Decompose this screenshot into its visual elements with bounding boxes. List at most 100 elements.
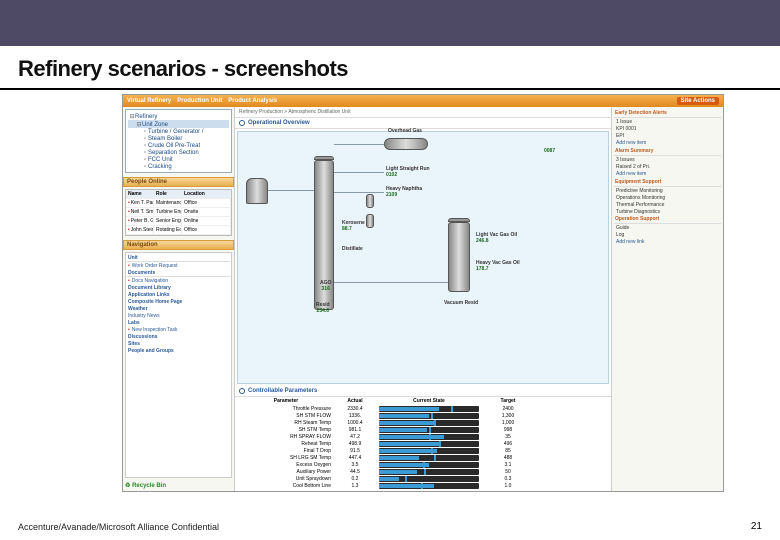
label-overhead: Overhead Gas0087: [388, 128, 422, 134]
gear-icon: [239, 388, 245, 394]
add-ops-link[interactable]: Add new link: [614, 238, 721, 246]
link-docs-nav[interactable]: Docs Navigation: [127, 277, 230, 284]
equip-item[interactable]: Predictive Monitoring: [614, 187, 721, 194]
link-head-unit: Unit: [127, 254, 230, 262]
link-item[interactable]: Weather: [127, 305, 230, 312]
equip-item[interactable]: Operations Monitoring: [614, 194, 721, 201]
add-alert-link[interactable]: Add new item: [614, 139, 721, 147]
tab-production-unit[interactable]: Production Unit: [177, 98, 222, 104]
tree-item[interactable]: ▫FCC Unit: [128, 156, 229, 163]
add-summary-link[interactable]: Add new item: [614, 170, 721, 178]
link-item[interactable]: Sites: [127, 340, 230, 347]
links-panel: Unit Work Order Request Documents Docs N…: [125, 252, 232, 478]
param-name: SH STM FLOW: [241, 413, 331, 419]
slide-footer: Accenture/Avanade/Microsoft Alliance Con…: [18, 522, 219, 532]
param-target: 85: [483, 448, 533, 454]
param-target: 1,300: [483, 413, 533, 419]
tree-item[interactable]: ▫Steam Boiler: [128, 135, 229, 142]
param-target: 0.3: [483, 476, 533, 482]
param-bar[interactable]: [379, 448, 479, 454]
param-target: 2400: [483, 406, 533, 412]
link-item[interactable]: People and Groups: [127, 347, 230, 354]
param-actual: 447.4: [335, 455, 375, 461]
param-actual: 1000.4: [335, 420, 375, 426]
param-bar[interactable]: [379, 434, 479, 440]
param-bar[interactable]: [379, 427, 479, 433]
label-ago: AGO316: [320, 280, 331, 292]
tab-virtual-refinery[interactable]: Virtual Refinery: [127, 98, 171, 104]
alert-item[interactable]: EPI: [614, 132, 721, 139]
pipe: [334, 172, 384, 173]
param-name: Auxiliary Power: [241, 469, 331, 475]
param-actual: 0.2: [335, 476, 375, 482]
param-name: Unit Spraydown: [241, 476, 331, 482]
link-item[interactable]: Application Links: [127, 291, 230, 298]
param-target: 496: [483, 441, 533, 447]
sidebar: ⊟Refinery ⊟Unit Zone ▫Turbine / Generato…: [123, 107, 235, 491]
label-naphtha: Heavy Naphtha2109: [386, 186, 422, 198]
param-bar[interactable]: [379, 476, 479, 482]
right-sidebar: Early Detection Alerts 1 Issue KPI 0001 …: [611, 107, 723, 491]
param-actual: 91.5: [335, 448, 375, 454]
param-actual: 47.2: [335, 434, 375, 440]
param-target: 488: [483, 455, 533, 461]
param-row: SH STM Temp981.1998: [237, 426, 609, 433]
site-actions-button[interactable]: Site Actions: [677, 97, 719, 105]
param-bar[interactable]: [379, 462, 479, 468]
param-name: SH STM Temp: [241, 427, 331, 433]
param-target: 998: [483, 427, 533, 433]
tree-item[interactable]: ▫Turbine / Generator /: [128, 128, 229, 135]
tree-item[interactable]: ▫Separation Section: [128, 149, 229, 156]
equip-item[interactable]: Turbine Diagnostics: [614, 208, 721, 215]
param-bar[interactable]: [379, 455, 479, 461]
ops-item[interactable]: Guide: [614, 224, 721, 231]
param-bar[interactable]: [379, 420, 479, 426]
link-work-order[interactable]: Work Order Request: [127, 262, 230, 269]
alert-item[interactable]: 1 Issue: [614, 118, 721, 125]
link-item[interactable]: Composite Home Page: [127, 298, 230, 305]
param-name: Reheat Temp: [241, 441, 331, 447]
tree-item[interactable]: ▫Cracking: [128, 163, 229, 170]
param-bar[interactable]: [379, 483, 479, 489]
param-bar[interactable]: [379, 406, 479, 412]
link-item[interactable]: Document Library: [127, 284, 230, 291]
equip-item[interactable]: Thermal Performance: [614, 201, 721, 208]
param-target: 35: [483, 434, 533, 440]
tree-item[interactable]: ▫Crude Oil Pre-Treat: [128, 142, 229, 149]
ops-item[interactable]: Log: [614, 231, 721, 238]
link-item[interactable]: Labs: [127, 319, 230, 326]
sep-1: [366, 194, 374, 208]
param-name: Throttle Pressure: [241, 406, 331, 412]
process-diagram[interactable]: Overhead Gas0087 Light Straight Run0102 …: [237, 131, 609, 384]
table-row[interactable]: •John SteinhoffRotating EquipmentOffice: [126, 226, 231, 235]
param-target: 3.1: [483, 462, 533, 468]
param-row: Unit Spraydown 0.2 0.3: [237, 475, 609, 482]
link-new-inspection[interactable]: New Inspection Task: [127, 326, 230, 333]
param-bar[interactable]: [379, 469, 479, 475]
param-bar[interactable]: [379, 441, 479, 447]
pipe: [334, 144, 384, 145]
tab-product-analysis[interactable]: Product Analysis: [228, 98, 277, 104]
summary-item[interactable]: Raised 2 of Pri.: [614, 163, 721, 170]
vacuum-column: [448, 222, 470, 292]
alert-item[interactable]: KPI 0001: [614, 125, 721, 132]
gear-icon: [239, 120, 245, 126]
link-item[interactable]: Industry News: [127, 312, 230, 319]
tree-root[interactable]: ⊟Refinery: [128, 112, 229, 120]
param-row: RH Steam Temp1000.41,000: [237, 419, 609, 426]
tree-node-unit-zone[interactable]: ⊟Unit Zone: [128, 120, 229, 128]
table-row[interactable]: •Ken T. ParkerMaintenance ManagerOffice: [126, 199, 231, 208]
param-bar[interactable]: [379, 413, 479, 419]
summary-item[interactable]: 3 Issues: [614, 156, 721, 163]
link-item[interactable]: Discussions: [127, 333, 230, 340]
table-row[interactable]: •Peter B. GouldSenior EngineerOnline: [126, 217, 231, 226]
table-row[interactable]: •Neil T. SmallTurbine EngineerOnsite: [126, 208, 231, 217]
breadcrumb[interactable]: Refinery Production > Atmospheric Distil…: [235, 107, 611, 118]
recycle-bin[interactable]: ♻ Recycle Bin: [123, 480, 234, 491]
param-target: 1.0: [483, 483, 533, 489]
param-name: RH SPRAY FLOW: [241, 434, 331, 440]
nav-tree[interactable]: ⊟Refinery ⊟Unit Zone ▫Turbine / Generato…: [125, 109, 232, 173]
label-kerosene: Kerosene88.7: [342, 220, 365, 232]
alerts-head: Early Detection Alerts: [614, 109, 721, 118]
params-header: ParameterActualCurrent StateTarget: [237, 397, 609, 405]
